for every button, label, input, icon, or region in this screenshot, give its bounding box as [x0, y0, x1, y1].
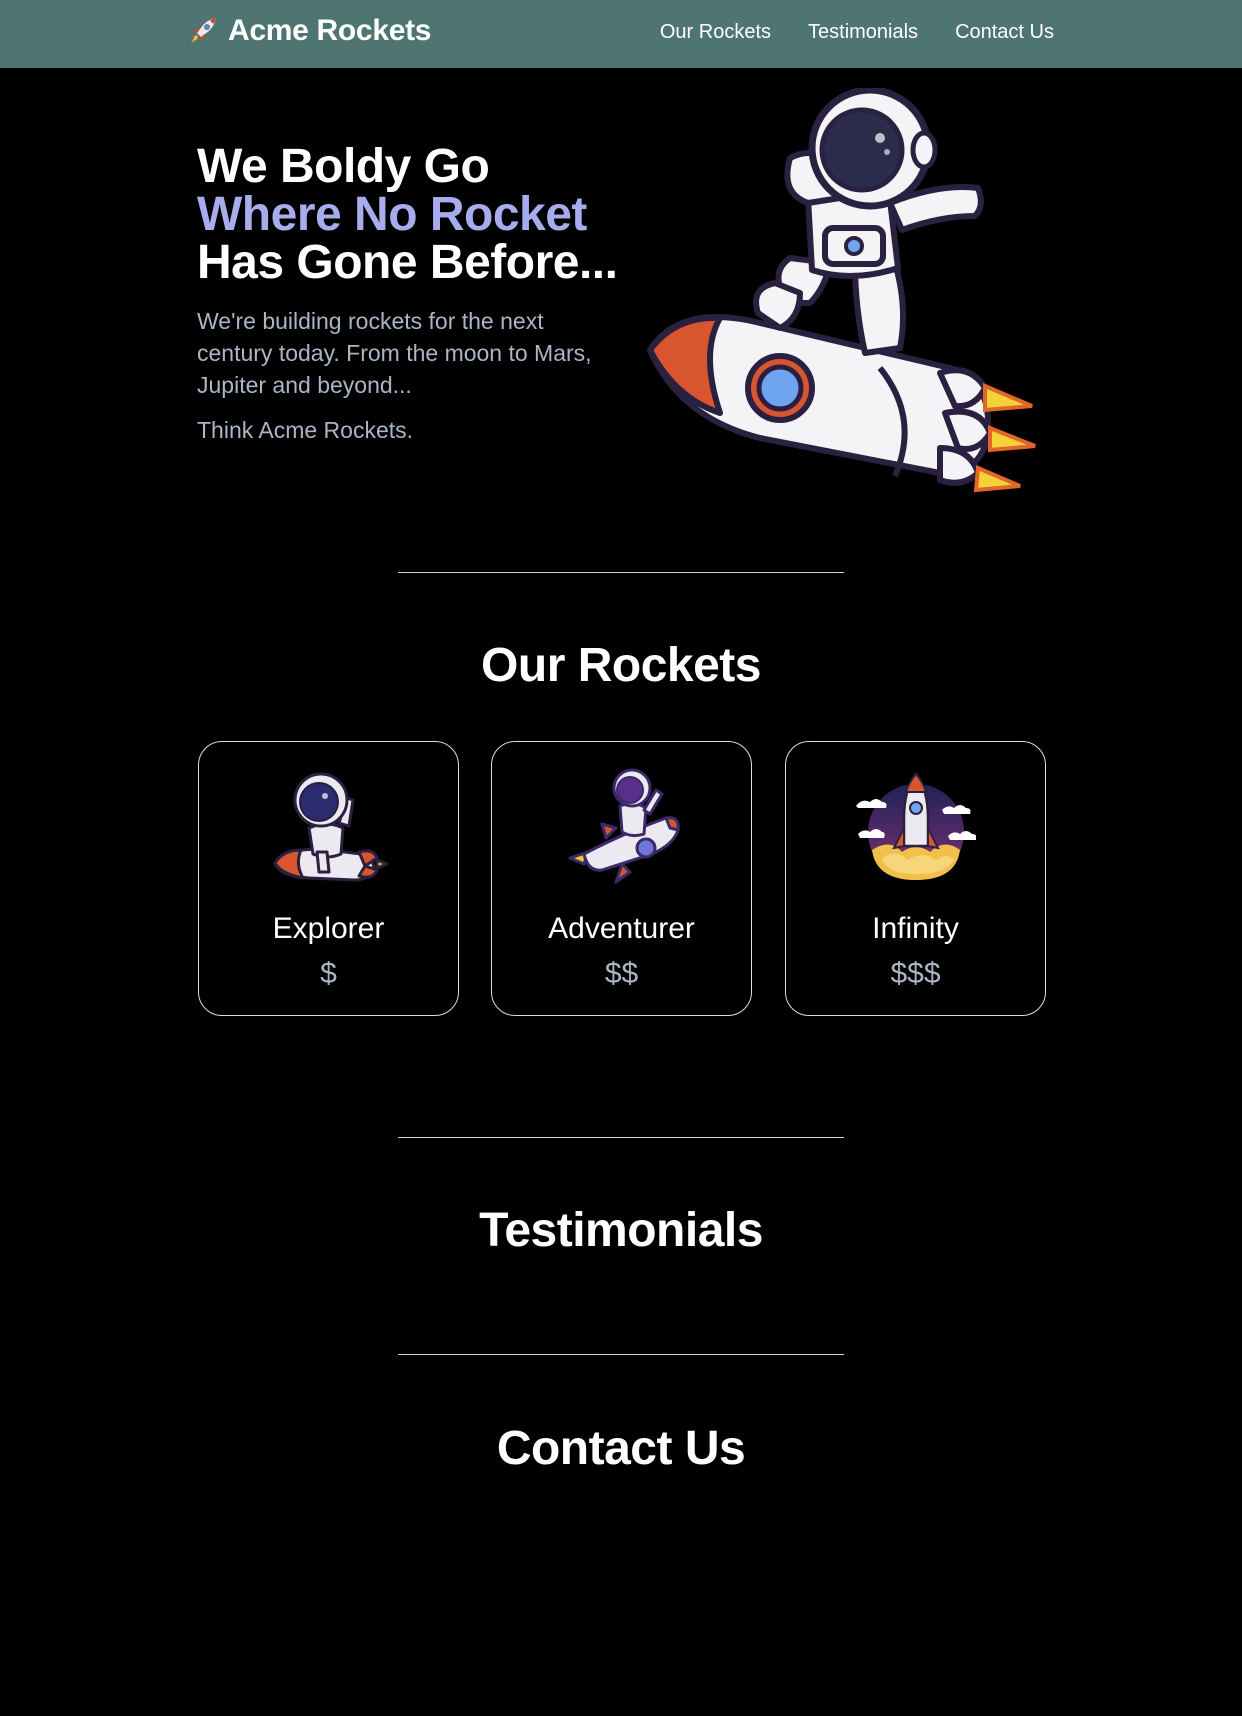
rocket-price: $$ [604, 957, 639, 990]
nav-link-contact-us[interactable]: Contact Us [955, 21, 1054, 44]
rocket-card-explorer[interactable]: Explorer $ [198, 741, 459, 1016]
infinity-illustration [856, 771, 976, 880]
brand-name: Acme Rockets [228, 14, 432, 47]
hero-title-line-1: We Boldy Go [197, 140, 490, 193]
contact-us-heading: Contact Us [496, 1422, 746, 1475]
section-divider [398, 1137, 844, 1138]
rocket-icon [191, 18, 216, 43]
hero-astronaut-illustration [647, 88, 1036, 493]
testimonials-heading: Testimonials [479, 1204, 763, 1257]
rocket-name: Adventurer [548, 912, 695, 945]
rocket-name: Infinity [872, 912, 959, 945]
hero-title-line-3: Has Gone Before... [197, 236, 618, 289]
hero-title-line-2: Where No Rocket [197, 188, 587, 241]
nav-link-testimonials[interactable]: Testimonials [808, 21, 918, 44]
section-divider [398, 572, 844, 573]
nav-link-our-rockets[interactable]: Our Rockets [660, 21, 771, 44]
navbar: Acme Rockets Our Rockets Testimonials Co… [0, 0, 1242, 68]
brand-link[interactable]: Acme Rockets [188, 14, 431, 48]
our-rockets-heading: Our Rockets [481, 639, 761, 692]
rocket-price: $ [320, 957, 337, 990]
rocket-price: $$$ [890, 957, 941, 990]
adventurer-illustration [568, 768, 680, 884]
hero-description: We're building rockets for the next cent… [197, 308, 592, 398]
rocket-card-infinity[interactable]: Infinity $$$ [785, 741, 1046, 1016]
hero-tagline: Think Acme Rockets. [197, 417, 414, 443]
explorer-illustration [273, 772, 389, 882]
rocket-card-adventurer[interactable]: Adventurer $$ [491, 741, 752, 1016]
section-divider [398, 1354, 844, 1355]
rocket-name: Explorer [272, 912, 385, 945]
hero-title: We Boldy Go Where No Rocket Has Gone Bef… [197, 140, 618, 289]
nav-links: Our Rockets Testimonials Contact Us [660, 21, 1054, 44]
